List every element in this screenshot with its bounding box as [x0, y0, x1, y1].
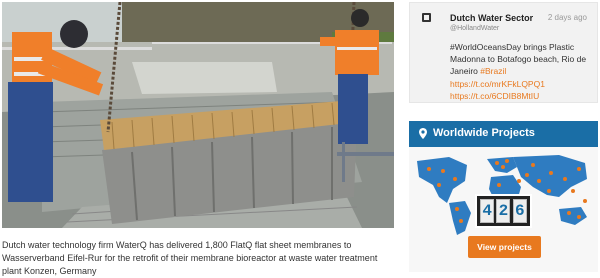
tweet-text: #WorldOceansDay brings Plastic Madonna t… — [450, 41, 592, 102]
tweet-hashtag[interactable]: #Brazil — [480, 66, 506, 76]
tweet-link-1[interactable]: https://t.co/mrKFkLQPQ1 — [450, 79, 545, 89]
tweet-card: Dutch Water Sector @HollandWater 2 days … — [409, 2, 598, 103]
twitter-avatar-icon — [422, 13, 431, 22]
article-photo[interactable] — [2, 2, 394, 228]
counter-digit: 2 — [496, 199, 511, 223]
counter-digit: 4 — [480, 199, 495, 223]
tweet-author[interactable]: Dutch Water Sector — [450, 13, 533, 23]
tweet-body: #WorldOceansDay brings Plastic Madonna t… — [450, 42, 587, 77]
counter-digit: 6 — [512, 199, 527, 223]
project-counter: 4 2 6 — [475, 194, 532, 228]
worldwide-projects-title: Worldwide Projects — [433, 127, 535, 139]
tweet-handle[interactable]: @HollandWater — [450, 25, 499, 32]
tweet-link-2[interactable]: https://t.co/6CDIB8MtIU — [450, 91, 539, 101]
worldwide-projects-header: Worldwide Projects — [409, 121, 598, 147]
map-pin-icon — [419, 128, 427, 139]
tweet-time: 2 days ago — [547, 13, 587, 22]
worldwide-projects-widget: Worldwide Projects 4 2 6 View projects — [409, 121, 598, 272]
photo-caption: Dutch water technology firm WaterQ has d… — [2, 240, 378, 276]
membrane-installation-photo — [2, 2, 394, 228]
view-projects-button[interactable]: View projects — [468, 236, 541, 258]
